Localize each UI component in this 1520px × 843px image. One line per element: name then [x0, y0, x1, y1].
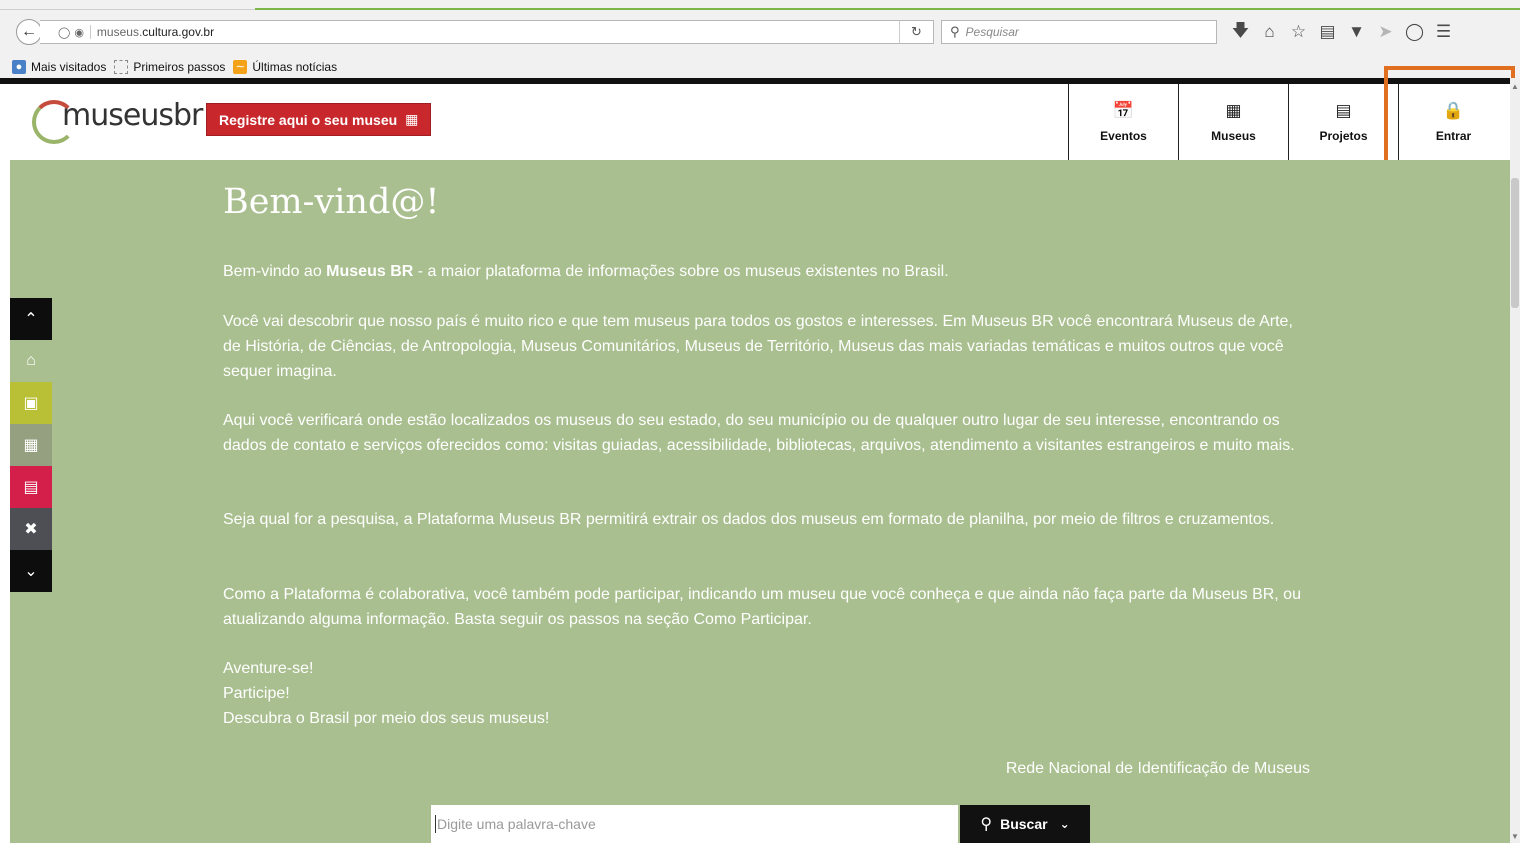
- keyword-search-input[interactable]: Digite uma palavra-chave: [431, 805, 958, 843]
- logo-wordmark: museusbr: [62, 98, 203, 133]
- keyword-search: Digite uma palavra-chave ⚲ Buscar ⌄: [431, 805, 1090, 843]
- url-text: museus.cultura.gov.br: [97, 25, 214, 39]
- send-icon[interactable]: ➤: [1371, 22, 1400, 42]
- browser-search-placeholder: Pesquisar: [965, 25, 1019, 39]
- download-icon[interactable]: 🡇: [1226, 18, 1255, 47]
- nav-museus[interactable]: ▦ Museus: [1178, 84, 1288, 160]
- paragraph-locations: Aqui você verificará onde estão localiza…: [223, 412, 1295, 454]
- toolbar-icons: 🡇 ⌂ ☆ ▤ ▼ ➤ ◯ ☰: [1226, 20, 1458, 44]
- scroll-up-button[interactable]: ⌃: [10, 298, 52, 340]
- signature: Rede Nacional de Identificação de Museus: [1005, 760, 1310, 777]
- logo-text: museus: [62, 98, 174, 133]
- browser-toolbar: ← ◯ ◉ museus.cultura.gov.br ↻ ⚲ Pesquisa…: [0, 0, 1520, 57]
- bookmark-ultimas-noticias[interactable]: ∼ Últimas notícias: [233, 60, 337, 74]
- url-prefix: museus.: [96, 25, 143, 39]
- text-caret: [435, 815, 436, 833]
- search-icon: ⚲: [980, 816, 993, 833]
- paragraph-participate: Como a Plataforma é colaborativa, você t…: [223, 586, 1301, 628]
- side-museums-button[interactable]: ▦: [10, 424, 52, 466]
- globe-icon[interactable]: ◉: [74, 26, 84, 39]
- rss-icon: ∼: [233, 60, 248, 74]
- side-events-button[interactable]: ▣: [10, 382, 52, 424]
- intro-prefix: Bem-vindo ao: [223, 263, 327, 280]
- paragraph-export: Seja qual for a pesquisa, a Plataforma M…: [223, 511, 1275, 528]
- tab-strip-line: [0, 9, 255, 10]
- bookmark-label: Últimas notícias: [252, 60, 338, 74]
- side-home-button[interactable]: ⌂: [10, 340, 52, 382]
- arrow-left-icon: ←: [21, 23, 37, 40]
- museusbr-logo[interactable]: museusbr: [32, 92, 203, 148]
- side-tools-button[interactable]: ✖: [10, 508, 52, 550]
- reading-list-icon[interactable]: ▤: [1313, 22, 1342, 42]
- reload-icon: ↻: [911, 24, 922, 39]
- browser-search-input[interactable]: ⚲ Pesquisar: [941, 20, 1217, 44]
- intro-paragraph: Bem-vindo ao Museus BR - a maior platafo…: [223, 259, 1313, 284]
- document-icon: ▤: [23, 479, 39, 496]
- shield-icon[interactable]: ◯: [58, 26, 70, 39]
- bookmark-mais-visitados[interactable]: ● Mais visitados: [12, 60, 106, 74]
- entrar-highlight-box: [1384, 66, 1515, 171]
- closing-line: Descubra o Brasil por meio dos seus muse…: [223, 710, 550, 727]
- nav-label: Museus: [1211, 129, 1256, 143]
- search-button[interactable]: ⚲ Buscar ⌄: [960, 805, 1090, 843]
- star-icon[interactable]: ☆: [1284, 22, 1313, 42]
- building-icon: ▦: [405, 111, 419, 127]
- logo-suffix: br: [172, 98, 203, 133]
- menu-icon[interactable]: ☰: [1429, 22, 1458, 42]
- nav-label: Eventos: [1100, 129, 1147, 143]
- nav-projetos[interactable]: ▤ Projetos: [1288, 84, 1398, 160]
- intro-brand: Museus BR: [326, 263, 414, 280]
- chevron-down-icon[interactable]: ⌄: [1060, 817, 1070, 831]
- home-icon: ⌂: [26, 352, 36, 369]
- closing-line: Participe!: [223, 685, 290, 702]
- scroll-down-arrow-icon[interactable]: ▼: [1510, 832, 1520, 841]
- register-museum-button[interactable]: Registre aqui o seu museu ▦: [206, 103, 432, 136]
- welcome-section: Bem-vind@! Bem-vindo ao Museus BR - a ma…: [10, 160, 1510, 843]
- keyword-placeholder: Digite uma palavra-chave: [437, 816, 596, 832]
- site-header: museusbr Registre aqui o seu museu ▦ 📅 E…: [10, 84, 1510, 160]
- chevron-up-icon: ⌃: [24, 311, 38, 328]
- address-bar[interactable]: ◯ ◉ museus.cultura.gov.br ↻: [40, 20, 934, 44]
- closing-line: Aventure-se!: [223, 660, 314, 677]
- back-button[interactable]: ←: [16, 19, 42, 45]
- home-icon[interactable]: ⌂: [1255, 22, 1284, 42]
- side-quick-nav: ⌃ ⌂ ▣ ▦ ▤ ✖ ⌄: [10, 298, 52, 592]
- page-title: Bem-vind@!: [223, 182, 440, 222]
- page-scrollbar[interactable]: ▲ ▼: [1510, 78, 1520, 843]
- bookmark-page-icon: [114, 60, 129, 74]
- active-tab-indicator: [255, 8, 1520, 10]
- bookmark-label: Mais visitados: [31, 60, 107, 74]
- nav-eventos[interactable]: 📅 Eventos: [1068, 84, 1178, 160]
- bookmark-label: Primeiros passos: [133, 60, 226, 74]
- tools-icon: ✖: [24, 521, 38, 538]
- document-icon: ▤: [1335, 101, 1352, 120]
- building-icon: ▦: [1225, 101, 1242, 120]
- calendar-icon: 📅: [1112, 101, 1135, 120]
- building-icon: ▦: [23, 437, 39, 454]
- pocket-icon[interactable]: ▼: [1342, 22, 1371, 42]
- url-domain: cultura.gov.br: [142, 25, 215, 39]
- bookmarks-bar: ● Mais visitados Primeiros passos ∼ Última…: [0, 56, 1520, 78]
- chat-icon[interactable]: ◯: [1400, 22, 1429, 42]
- search-icon: ⚲: [950, 24, 960, 39]
- side-projects-button[interactable]: ▤: [10, 466, 52, 508]
- scroll-up-arrow-icon[interactable]: ▲: [1510, 82, 1520, 91]
- bookmark-primeiros-passos[interactable]: Primeiros passos: [114, 60, 225, 74]
- register-label: Registre aqui o seu museu: [219, 111, 398, 128]
- reload-button[interactable]: ↻: [899, 21, 933, 43]
- chevron-down-icon: ⌄: [24, 563, 38, 580]
- scrollbar-thumb[interactable]: [1511, 178, 1519, 308]
- calendar-icon: ▣: [23, 395, 39, 412]
- intro-suffix: - a maior plataforma de informações sobr…: [413, 263, 949, 280]
- paragraph-museum-types: Você vai descobrir que nosso país é muit…: [223, 313, 1293, 380]
- bookmark-folder-icon: ●: [12, 60, 26, 74]
- nav-label: Projetos: [1319, 129, 1368, 143]
- scroll-down-button[interactable]: ⌄: [10, 550, 52, 592]
- url-separator: [89, 25, 91, 39]
- search-button-label: Buscar: [1000, 816, 1048, 832]
